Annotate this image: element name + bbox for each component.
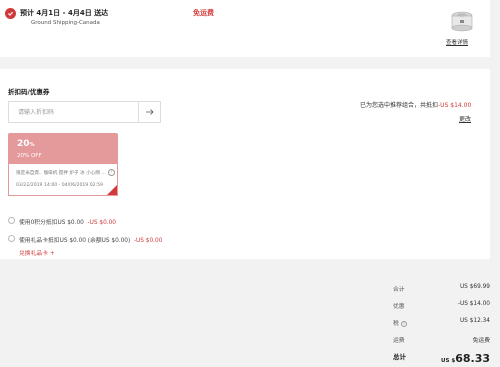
product-thumbnail[interactable] [449, 8, 475, 34]
voucher-description: 限定米自煲、咖啡机 搅拌 炉子 冰 小心网 ... [16, 171, 106, 176]
coupon-code-input[interactable] [9, 102, 138, 122]
tax-value: US $12.34 [459, 318, 490, 324]
recommendation-text: 已为您选中推荐组合，共抵扣-US $14.00 [360, 100, 471, 109]
tax-info-icon[interactable]: ? [400, 320, 407, 327]
coupon-section-title: 折扣码/优惠券 [8, 88, 50, 96]
shipping-method: Ground Shipping-Canada [31, 20, 100, 26]
coupon-code-field [8, 101, 161, 123]
giftcard-option: 使用礼品卡抵扣US $0.00 (余额US $0.00) -US $0.00 [19, 235, 162, 244]
discount-value: -US $14.00 [457, 301, 490, 307]
giftcard-radio[interactable] [8, 235, 15, 242]
voucher-off-label: 20% OFF [17, 153, 42, 159]
total-currency: US $ [441, 358, 456, 364]
arrow-right-icon [145, 109, 154, 115]
recommendation-amount: -US $14.00 [438, 102, 472, 109]
order-total: US $68.33 [441, 347, 490, 366]
redeem-giftcard-link[interactable]: 兑换礼品卡 + [19, 248, 55, 257]
apply-coupon-button[interactable] [138, 102, 160, 122]
tax-label: 税 [393, 321, 399, 327]
info-icon[interactable]: ? [108, 169, 115, 176]
discount-label: 优惠 [393, 304, 405, 310]
view-details-link[interactable]: 查看详情 [446, 38, 468, 46]
total-amount: 68.33 [455, 352, 490, 365]
shipping-cost-label: 运费 [393, 338, 405, 344]
giftcard-option-amount: -US $0.00 [133, 238, 163, 244]
voucher-card[interactable]: 20% 20% OFF 限定米自煲、咖啡机 搅拌 炉子 冰 小心网 ... ? … [8, 133, 118, 196]
shipping-cost-value: 免运费 [472, 338, 490, 344]
voucher-validity-dates: 03/22/2019 14:00 - 04/06/2019 02:59 [16, 183, 103, 188]
voucher-percent: 20% [17, 139, 35, 149]
points-radio[interactable] [8, 217, 15, 224]
check-icon [5, 8, 16, 19]
recommendation-prefix: 已为您选中推荐组合，共抵扣 [360, 102, 439, 109]
subtotal-value: US $69.99 [459, 284, 490, 290]
points-option-label: 使用0积分抵扣US $0.00 [19, 220, 84, 226]
tax-row-label: 税? [393, 318, 407, 327]
delivery-estimate: 预计 4月1日 - 4月4日 送达 [20, 9, 109, 17]
selected-corner-mark [107, 185, 117, 195]
giftcard-option-label: 使用礼品卡抵扣US $0.00 (余额US $0.00) [19, 238, 131, 244]
subtotal-label: 合计 [393, 287, 405, 293]
voucher-body: 限定米自煲、咖啡机 搅拌 炉子 冰 小心网 ... ? 03/22/2019 1… [8, 164, 118, 196]
points-option: 使用0积分抵扣US $0.00 -US $0.00 [19, 217, 116, 226]
total-label: 总计 [393, 353, 406, 361]
voucher-header: 20% 20% OFF [8, 133, 118, 164]
change-coupon-link[interactable]: 更改 [459, 114, 471, 123]
shipping-fee: 免运费 [193, 9, 214, 17]
points-option-amount: -US $0.00 [87, 220, 116, 226]
